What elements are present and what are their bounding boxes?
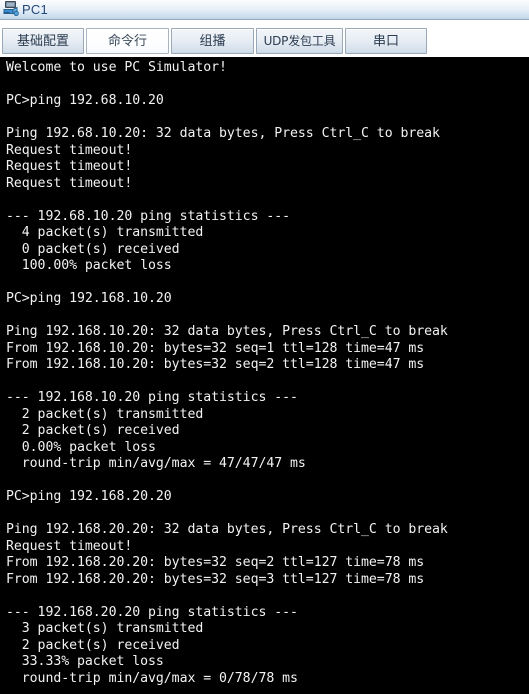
tab-udp-packet-tool-label: UDP发包工具 — [263, 34, 336, 48]
tab-serial-port-label: 串口 — [372, 33, 399, 49]
terminal-line: From 192.168.20.20: bytes=32 seq=3 ttl=1… — [6, 571, 425, 587]
terminal-line: round-trip min/avg/max = 47/47/47 ms — [6, 456, 306, 471]
terminal-line: 4 packet(s) transmitted — [6, 225, 204, 240]
terminal-line: From 192.168.20.20: bytes=32 seq=2 ttl=1… — [6, 555, 425, 570]
terminal-line: Ping 192.168.20.20: 32 data bytes, Press… — [6, 522, 448, 537]
terminal-line: PC>ping 192.68.10.20 — [6, 93, 164, 108]
terminal-line: Request timeout! — [6, 142, 133, 158]
terminal-line: Ping 192.68.10.20: 32 data bytes, Press … — [6, 126, 440, 141]
terminal-console[interactable]: Welcome to use PC Simulator! PC>ping 192… — [0, 57, 529, 694]
terminal-line: From 192.168.10.20: bytes=32 seq=1 ttl=1… — [6, 340, 425, 356]
terminal-line: 2 packet(s) transmitted — [6, 406, 204, 422]
window-title: PC1 — [22, 1, 48, 17]
terminal-line: PC>ping 192.168.10.20 — [6, 291, 172, 306]
terminal-line: 2 packet(s) received — [6, 637, 180, 653]
terminal-line: Ping 192.168.10.20: 32 data bytes, Press… — [6, 324, 448, 339]
tab-basic-config[interactable]: 基础配置 — [2, 28, 84, 54]
tab-multicast-label: 组播 — [199, 33, 226, 49]
tab-udp-packet-tool[interactable]: UDP发包工具 — [256, 28, 343, 54]
terminal-line: Welcome to use PC Simulator! — [6, 60, 227, 75]
tab-command-line[interactable]: 命令行 — [86, 28, 169, 54]
terminal-line: 33.33% packet loss — [6, 654, 164, 669]
terminal-line: round-trip min/avg/max = 0/78/78 ms — [6, 670, 298, 686]
terminal-line: 2 packet(s) received — [6, 423, 180, 438]
terminal-line: 3 packet(s) transmitted — [6, 621, 204, 636]
terminal-line: From 192.168.10.20: bytes=32 seq=2 ttl=1… — [6, 357, 425, 372]
tab-command-line-label: 命令行 — [107, 33, 147, 49]
terminal-line: 0 packet(s) received — [6, 241, 180, 257]
title-bar: PC1 — [0, 0, 529, 20]
pc-simulator-window: PC1 基础配置 命令行 组播 UDP发包工具 串口 Welcome to us… — [0, 0, 529, 694]
tab-serial-port[interactable]: 串口 — [345, 28, 427, 54]
terminal-line: --- 192.168.20.20 ping statistics --- — [6, 604, 298, 620]
terminal-output: Welcome to use PC Simulator! PC>ping 192… — [0, 57, 529, 687]
terminal-line: 100.00% packet loss — [6, 258, 172, 273]
terminal-line: PC>ping 192.168.20.20 — [6, 489, 172, 504]
pc-device-icon — [2, 0, 20, 17]
terminal-line: --- 192.168.10.20 ping statistics --- — [6, 390, 298, 405]
tab-multicast[interactable]: 组播 — [171, 28, 254, 54]
terminal-line: --- 192.68.10.20 ping statistics --- — [6, 208, 291, 224]
terminal-line: 0.00% packet loss — [6, 439, 156, 455]
tab-basic-config-label: 基础配置 — [16, 33, 69, 49]
terminal-line: Request timeout! — [6, 175, 133, 191]
terminal-line: Request timeout! — [6, 538, 133, 554]
tab-bar: 基础配置 命令行 组播 UDP发包工具 串口 — [0, 20, 529, 56]
terminal-line: Request timeout! — [6, 159, 133, 174]
